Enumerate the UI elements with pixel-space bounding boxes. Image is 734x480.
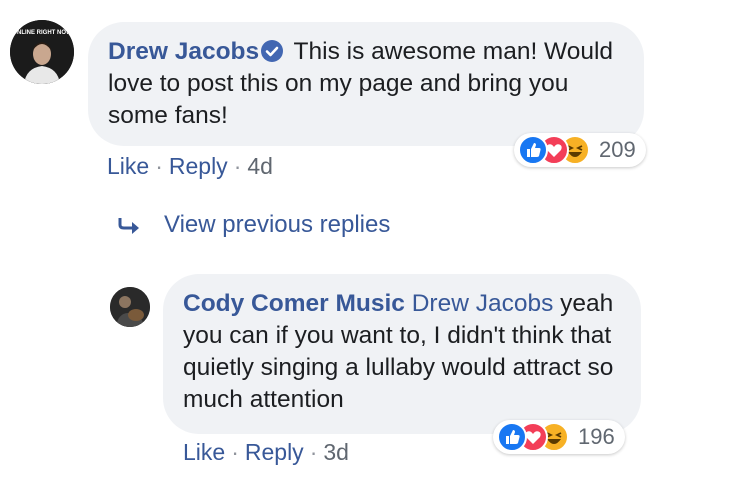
like-button[interactable]: Like (183, 439, 225, 465)
comment-timestamp[interactable]: 4d (247, 153, 273, 179)
separator: · (233, 153, 242, 179)
avatar-logo-text: ONLINE RIGHT NOW (12, 30, 72, 36)
reply-reactions[interactable]: 196 (493, 420, 625, 454)
avatar-image (110, 287, 150, 327)
like-button[interactable]: Like (107, 153, 149, 179)
comment-author[interactable]: Drew Jacobs (108, 38, 259, 65)
reply-button[interactable]: Reply (169, 153, 228, 179)
comment-bubble: Drew Jacobs This is awesome man! Would l… (88, 22, 644, 146)
avatar-drew-jacobs[interactable]: ONLINE RIGHT NOW (10, 20, 74, 84)
separator: · (309, 439, 318, 465)
reply-button[interactable]: Reply (245, 439, 304, 465)
separator: · (155, 153, 163, 179)
reply-arrow-icon (118, 218, 139, 234)
reply-bubble: Cody Comer Music Drew Jacobs yeah you ca… (163, 274, 641, 434)
like-icon (518, 135, 548, 165)
reply-actions: Like · Reply · 3d (183, 438, 349, 466)
like-icon (497, 422, 527, 452)
comment-actions: Like · Reply · 4d (107, 152, 273, 180)
reply-author[interactable]: Cody Comer Music (183, 290, 405, 317)
reply-mention[interactable]: Drew Jacobs (412, 290, 554, 317)
reaction-count: 196 (578, 424, 615, 449)
avatar-image: ONLINE RIGHT NOW (10, 20, 74, 84)
reply-timestamp[interactable]: 3d (323, 439, 349, 465)
comment-reactions[interactable]: 209 (514, 133, 646, 167)
verified-badge-icon (261, 40, 284, 62)
avatar-cody-comer-music[interactable] (110, 287, 150, 327)
view-previous-replies[interactable]: View previous replies (116, 211, 390, 239)
view-previous-label[interactable]: View previous replies (164, 211, 390, 239)
reaction-count: 209 (599, 137, 636, 162)
separator: · (231, 439, 239, 465)
